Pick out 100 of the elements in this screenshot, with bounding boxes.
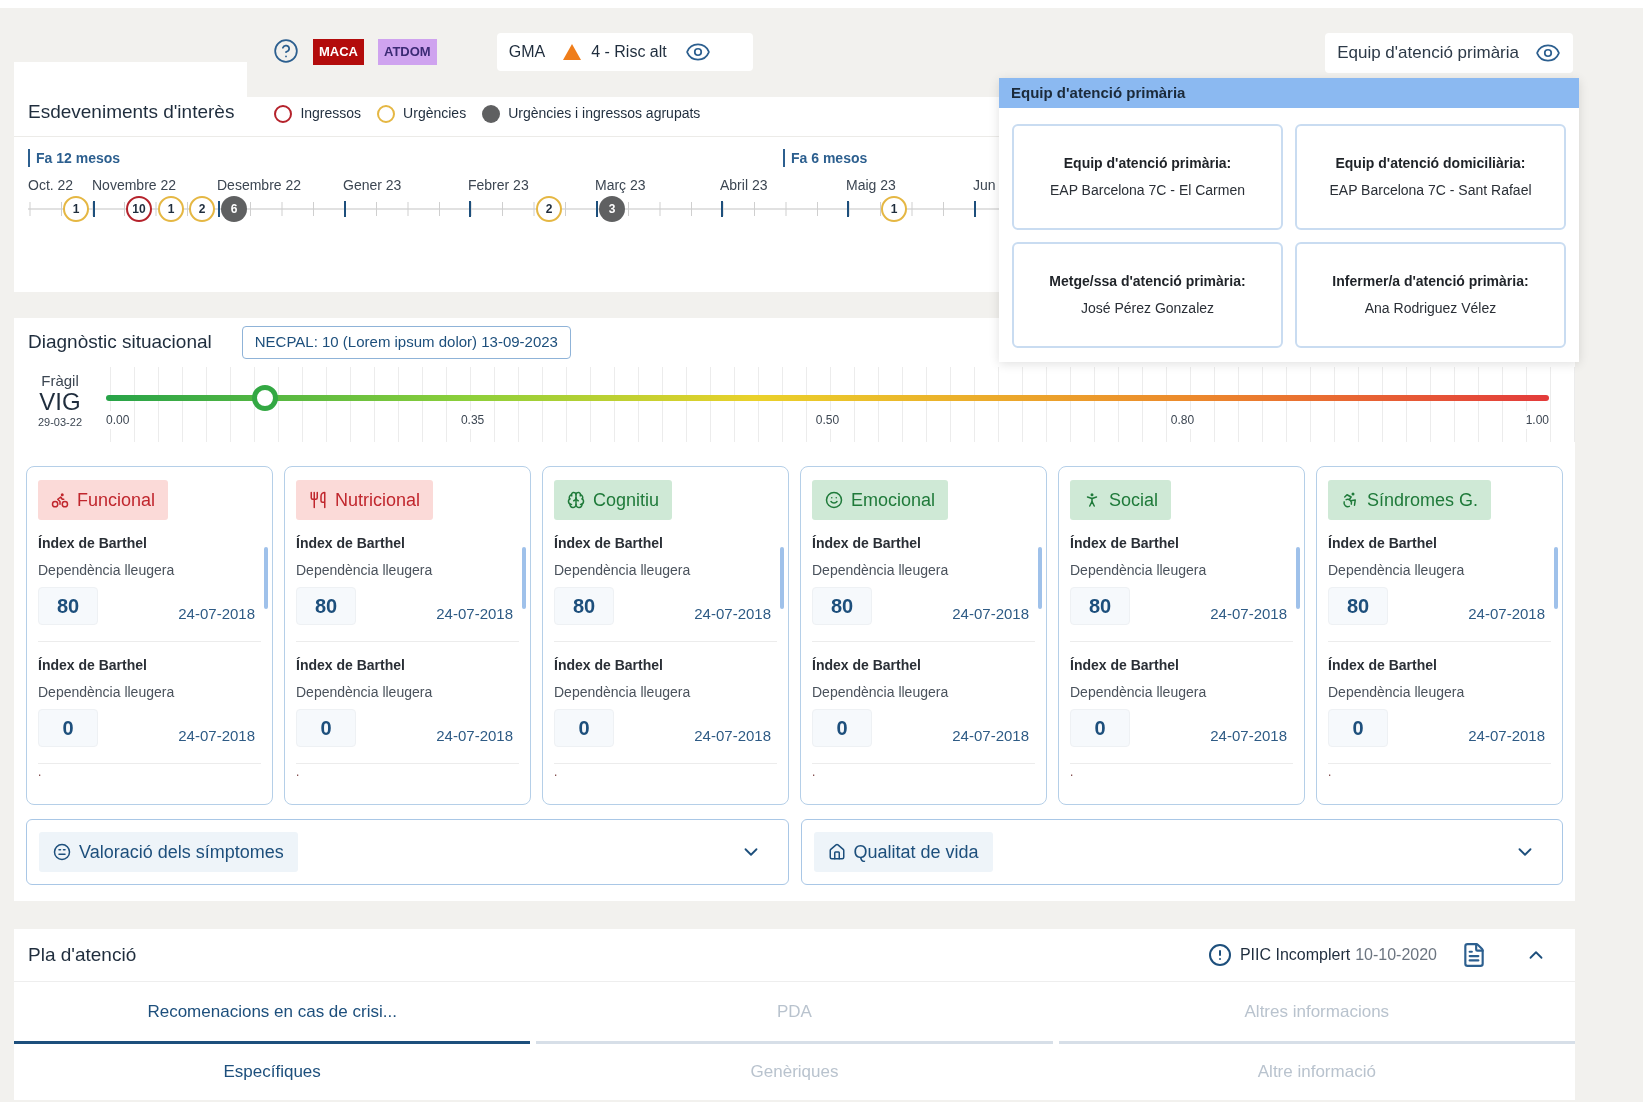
domain-tag: Funcional (38, 480, 169, 520)
vig-caption: Fràgil (41, 373, 79, 388)
item-date: 24-07-2018 (1210, 603, 1287, 624)
score-value: 0 (554, 709, 614, 747)
month-label: Maig 23 (846, 176, 896, 195)
info-value: Ana Rodriguez Vélez (1364, 299, 1497, 318)
item-title: . (296, 766, 301, 778)
event-marker[interactable]: 1 (63, 196, 89, 222)
item-date: 24-07-2018 (178, 603, 255, 624)
month-label: Gener 23 (343, 176, 402, 195)
info-value: EAP Barcelona 7C - El Carmen (1049, 181, 1246, 200)
smiley-icon (825, 491, 843, 509)
item-subtitle: Dependència lleugera (812, 561, 950, 580)
necpal-badge: NECPAL: 10 (Lorem ipsum dolor) 13-09-2023 (241, 326, 571, 359)
event-marker[interactable]: 6 (221, 196, 247, 222)
item-subtitle: Dependència lleugera (296, 561, 434, 580)
item-subtitle: Dependència lleugera (554, 683, 692, 702)
item-date: 24-07-2018 (694, 603, 771, 624)
item-subtitle: Dependència lleugera (38, 683, 176, 702)
scrollbar-thumb (1296, 547, 1300, 609)
slider-thumb[interactable] (251, 385, 278, 411)
event-marker[interactable]: 2 (189, 196, 215, 222)
accordion-label: Qualitat de vida (813, 832, 993, 872)
item-date: 24-07-2018 (952, 603, 1029, 624)
tick-label: 0.50 (815, 411, 840, 429)
section-title: Diagnòstic situacional (28, 330, 212, 355)
event-marker[interactable]: 3 (599, 196, 625, 222)
score-value: 0 (296, 709, 356, 747)
item-date: 24-07-2018 (178, 725, 255, 746)
plan-status: PIIC Incomplert (1239, 945, 1351, 965)
team-button[interactable]: Equip d'atenció primària (1325, 33, 1573, 73)
item-date: 24-07-2018 (1468, 725, 1545, 746)
section-title: Pla d'atenció (28, 942, 137, 967)
tick-label: 0.35 (460, 411, 485, 429)
scrollbar-thumb (522, 547, 526, 609)
domain-tag: Social (1070, 480, 1172, 520)
item-title: Índex de Barthel (38, 656, 148, 675)
badge: MACA (313, 39, 364, 65)
sub-tab[interactable]: Específiques (14, 1044, 531, 1100)
pdf-icon[interactable] (1461, 942, 1487, 968)
face-icon (53, 843, 71, 861)
item-subtitle: Dependència lleugera (1070, 683, 1208, 702)
item-title: Índex de Barthel (296, 656, 406, 675)
badge: ATDOM (378, 39, 437, 65)
cutlery-icon (309, 491, 327, 509)
score-value: 80 (812, 587, 872, 625)
item-subtitle: Dependència lleugera (296, 683, 434, 702)
item-subtitle: Dependència lleugera (1070, 561, 1208, 580)
item-title: Índex de Barthel (554, 534, 664, 553)
risk-level: 4 - Risc alt (591, 42, 667, 62)
score-value: 80 (38, 587, 98, 625)
period-label: Fa 6 mesos (783, 149, 868, 167)
item-title: Índex de Barthel (1328, 534, 1438, 553)
help-icon[interactable] (273, 38, 299, 64)
month-label: Oct. 22 (28, 176, 74, 195)
event-marker[interactable]: 2 (536, 196, 562, 222)
item-subtitle: Dependència lleugera (812, 683, 950, 702)
alert-icon (1207, 943, 1232, 967)
info-label: Equip d'atenció primària: (1063, 154, 1232, 173)
item-subtitle: Dependència lleugera (554, 561, 692, 580)
event-marker[interactable]: 1 (881, 196, 907, 222)
score-value: 0 (1070, 709, 1130, 747)
accordion[interactable]: Valoració dels símptomes (26, 819, 789, 885)
month-label: Març 23 (595, 176, 646, 195)
month-label: Desembre 22 (217, 176, 302, 195)
scrollbar-thumb (1038, 547, 1042, 609)
accordion[interactable]: Qualitat de vida (800, 819, 1563, 885)
item-title: Índex de Barthel (296, 534, 406, 553)
item-title: . (554, 766, 559, 778)
house-icon (827, 843, 846, 861)
item-subtitle: Dependència lleugera (1328, 561, 1466, 580)
item-title: Índex de Barthel (812, 534, 922, 553)
warning-triangle-icon (563, 44, 582, 60)
scrollbar-thumb (780, 547, 784, 609)
item-title: . (1328, 766, 1333, 778)
item-date: 24-07-2018 (436, 603, 513, 624)
tab[interactable]: Recomenacions en cas de crisi... (14, 982, 531, 1044)
event-marker[interactable]: 10 (126, 196, 152, 222)
info-value: José Pérez Gonzalez (1080, 299, 1215, 318)
month-label: Novembre 22 (92, 176, 177, 195)
bicycle-icon (51, 491, 69, 509)
legend-label: Urgències i ingressos agrupats (508, 104, 701, 123)
score-value: 0 (1328, 709, 1388, 747)
item-title: Índex de Barthel (812, 656, 922, 675)
vig-label: VIG (39, 390, 81, 414)
item-subtitle: Dependència lleugera (1328, 683, 1466, 702)
vig-date: 29-03-22 (37, 417, 82, 428)
scrollbar-thumb (264, 547, 268, 609)
item-date: 24-07-2018 (436, 725, 513, 746)
item-title: Índex de Barthel (1328, 656, 1438, 675)
month-label: Jun (973, 176, 996, 195)
item-subtitle: Dependència lleugera (38, 561, 176, 580)
item-title: . (1070, 766, 1075, 778)
item-date: 24-07-2018 (1210, 725, 1287, 746)
event-marker[interactable]: 1 (158, 196, 184, 222)
scrollbar-thumb (1554, 547, 1558, 609)
item-title: Índex de Barthel (1070, 656, 1180, 675)
domain-tag: Emocional (812, 480, 949, 520)
month-label: Febrer 23 (468, 176, 529, 195)
tick-label: 0.80 (1170, 411, 1195, 429)
